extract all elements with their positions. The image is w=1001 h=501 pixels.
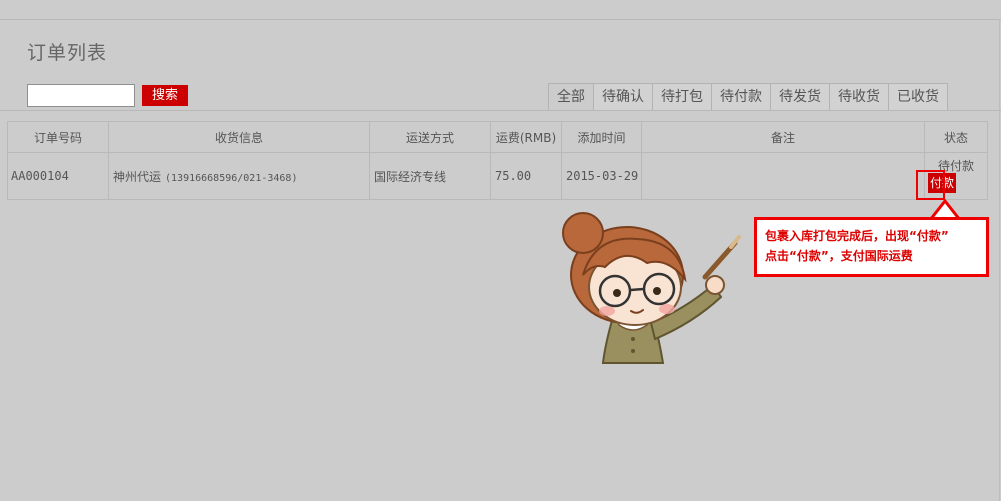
status-text: 待付款 (937, 159, 974, 173)
header-added-time: 添加时间 (561, 121, 642, 153)
order-number-link[interactable]: AA000104 (7, 152, 109, 200)
tab-pending-pack[interactable]: 待打包 (652, 83, 712, 111)
status-cell: 待付款 付款 (924, 152, 988, 200)
tab-pending-payment[interactable]: 待付款 (711, 83, 771, 111)
receiver-name: 神州代运 (113, 169, 162, 184)
search-input[interactable] (27, 84, 135, 107)
header-status: 状态 (924, 121, 988, 153)
pay-button[interactable]: 付款 (928, 173, 956, 193)
tab-all[interactable]: 全部 (548, 83, 594, 111)
shipping-method: 国际经济专线 (369, 152, 491, 200)
orders-table: 订单号码 收货信息 运送方式 运费(RMB) 添加时间 备注 状态 AA0001… (7, 121, 988, 200)
order-list-page: 订单列表 搜索 全部 待确认 待打包 待付款 待发货 待收货 已收货 订单号码 … (0, 0, 1001, 501)
header-note: 备注 (641, 121, 925, 153)
receiver-phone: (13916668596/021-3468) (165, 172, 298, 184)
shipping-fee: 75.00 (490, 152, 562, 200)
table-header-row: 订单号码 收货信息 运送方式 运费(RMB) 添加时间 备注 状态 (7, 121, 988, 153)
tab-pending-receive[interactable]: 待收货 (829, 83, 889, 111)
note-cell (641, 152, 925, 200)
tab-pending-confirm[interactable]: 待确认 (593, 83, 653, 111)
table-row: AA000104 神州代运 (13916668596/021-3468) 国际经济… (7, 152, 988, 200)
header-receiver: 收货信息 (108, 121, 370, 153)
right-divider (999, 19, 1000, 501)
tab-received[interactable]: 已收货 (888, 83, 948, 111)
page-title: 订单列表 (27, 42, 108, 64)
tab-bar-divider (0, 110, 1001, 111)
header-fee: 运费(RMB) (490, 121, 562, 153)
top-divider (0, 19, 1001, 20)
pointing-girl-icon (562, 212, 741, 364)
search-button[interactable]: 搜索 (142, 85, 188, 106)
header-shipping: 运送方式 (369, 121, 491, 153)
header-order-no: 订单号码 (7, 121, 109, 153)
tab-pending-ship[interactable]: 待发货 (770, 83, 830, 111)
receiver-cell: 神州代运 (13916668596/021-3468) (108, 152, 370, 200)
callout-line-2: 点击“付款”，支付国际运费 (765, 249, 913, 263)
added-date: 2015-03-29 (561, 152, 642, 200)
status-tabs: 全部 待确认 待打包 待付款 待发货 待收货 已收货 (548, 83, 948, 111)
tip-callout: 包裹入库打包完成后，出现“付款” 点击“付款”，支付国际运费 (754, 217, 989, 277)
callout-line-1: 包裹入库打包完成后，出现“付款” (765, 229, 949, 243)
